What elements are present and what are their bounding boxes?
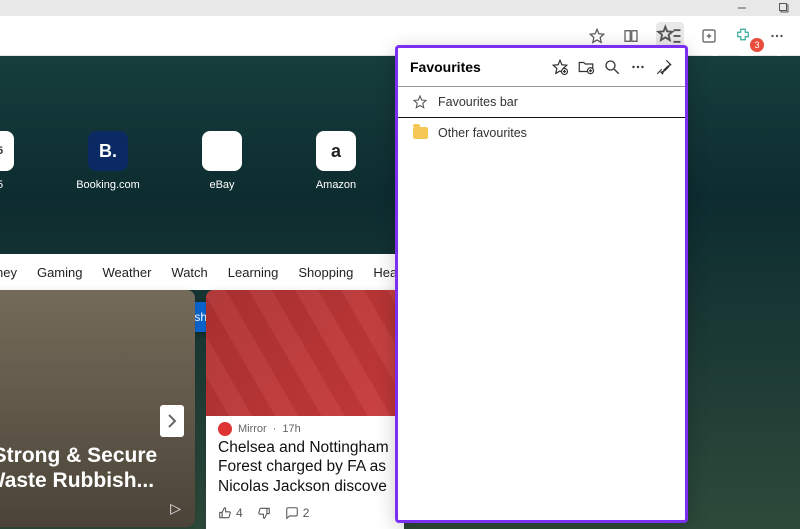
dislike-button[interactable] (257, 506, 271, 520)
top-site-label: Booking.com (76, 179, 140, 191)
favourites-bar-item[interactable]: Favourites bar (398, 87, 685, 118)
feed-category-tabs: ney Gaming Weather Watch Learning Shoppi… (0, 254, 420, 290)
carousel-next-icon[interactable] (160, 405, 184, 437)
source-logo-icon (218, 422, 232, 436)
window-restore-button[interactable] (778, 2, 790, 14)
favourites-panel: Favourites Favourites bar Other favourit… (395, 45, 688, 523)
play-icon[interactable]: ▷ (170, 500, 181, 517)
top-site-label: Amazon (316, 179, 356, 191)
comment-icon (285, 506, 299, 520)
top-site-label: 365 (0, 179, 3, 191)
feed-tab[interactable]: ney (0, 265, 17, 280)
story-source: Mirror (238, 423, 267, 435)
add-folder-icon[interactable] (577, 58, 595, 76)
favourites-item-label: Other favourites (438, 126, 527, 140)
favourites-item-label: Favourites bar (438, 95, 518, 109)
thumbs-up-icon (218, 506, 232, 520)
story-title: uff Strong & Secure nt Waste Rubbish... (0, 443, 167, 493)
story-age: 17h (282, 423, 300, 435)
top-site-label: eBay (209, 179, 234, 191)
star-icon[interactable] (588, 27, 606, 45)
story-card-1[interactable]: uff Strong & Secure nt Waste Rubbish... … (0, 290, 195, 527)
story-card-2[interactable]: Mirror · 17h Chelsea and Nottingham Fore… (206, 290, 404, 529)
folder-icon (412, 125, 428, 141)
feed-tab[interactable]: Gaming (37, 265, 83, 280)
top-site-amazon[interactable]: aAmazon (292, 131, 380, 191)
pin-icon[interactable] (655, 58, 673, 76)
window-minimize-button[interactable] (736, 2, 748, 14)
add-favourite-icon[interactable] (551, 58, 569, 76)
story-thumbnail (206, 290, 404, 416)
top-site-ebay[interactable]: 🛍eBay (178, 131, 266, 191)
top-site-booking[interactable]: B.Booking.com (64, 131, 152, 191)
more-icon[interactable] (768, 27, 786, 45)
collections-icon[interactable] (700, 27, 718, 45)
comments-button[interactable]: 2 (285, 506, 310, 520)
other-favourites-item[interactable]: Other favourites (398, 118, 685, 148)
like-button[interactable]: 4 (218, 506, 243, 520)
extensions-icon[interactable] (734, 27, 752, 45)
thumbs-down-icon (257, 506, 271, 520)
feed-tab[interactable]: Learning (228, 265, 279, 280)
favourites-panel-title: Favourites (410, 59, 543, 75)
favourites-more-icon[interactable] (629, 58, 647, 76)
top-site-365[interactable]: 365365 (0, 131, 38, 191)
feed-tab[interactable]: Watch (171, 265, 207, 280)
feed-tab[interactable]: Weather (103, 265, 152, 280)
star-outline-icon (412, 94, 428, 110)
book-icon[interactable] (622, 27, 640, 45)
search-favourites-icon[interactable] (603, 58, 621, 76)
story-headline: Chelsea and Nottingham Forest charged by… (206, 436, 404, 498)
feed-tab[interactable]: Shopping (298, 265, 353, 280)
